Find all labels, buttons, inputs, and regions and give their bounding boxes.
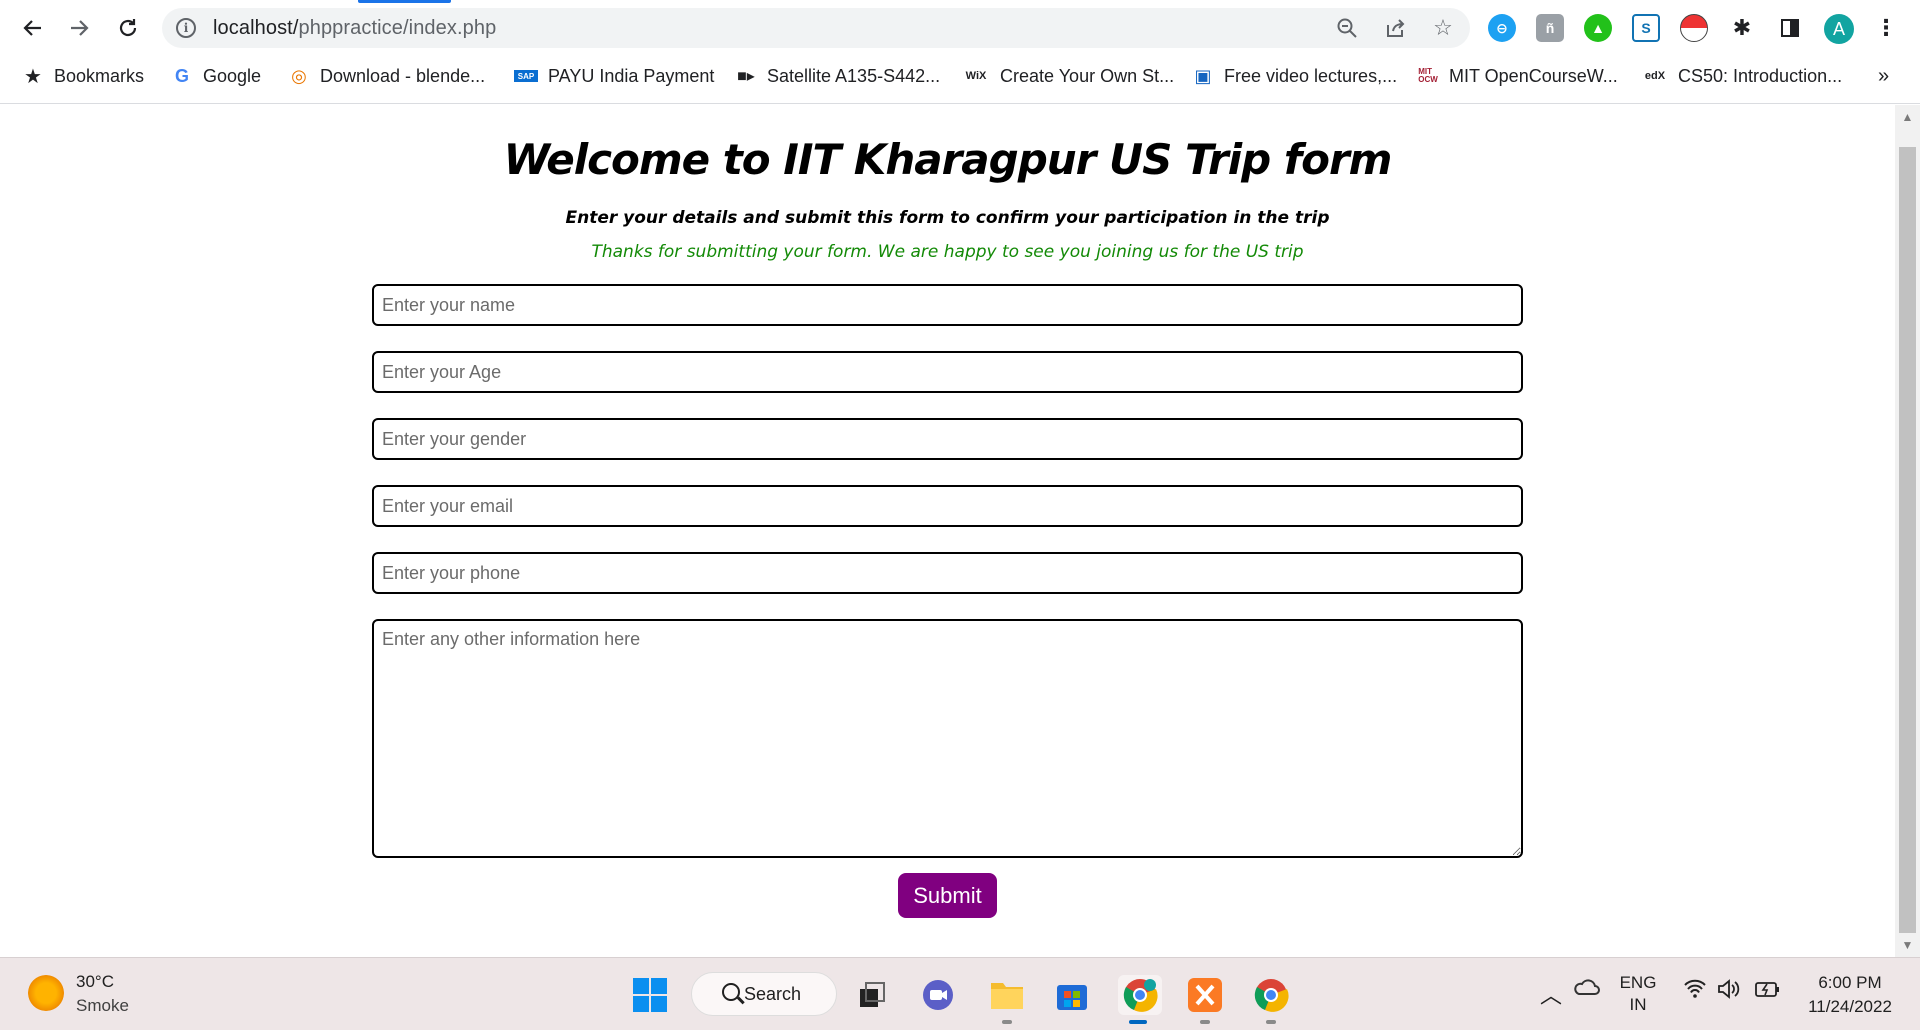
share-icon[interactable] xyxy=(1382,15,1408,41)
bookmark-free-video[interactable]: ▣ Free video lectures,... xyxy=(1192,64,1397,88)
side-panel-icon[interactable] xyxy=(1776,14,1804,42)
taskbar-search[interactable]: Search xyxy=(691,972,837,1016)
weather-sun-icon[interactable] xyxy=(28,975,64,1011)
task-view-icon[interactable] xyxy=(852,975,892,1015)
extension-s-icon[interactable]: S xyxy=(1632,14,1660,42)
extension-blue-icon[interactable]: ⊖ xyxy=(1488,14,1516,42)
blender-icon: ◎ xyxy=(291,65,307,86)
extension-green-icon[interactable]: ▲ xyxy=(1584,14,1612,42)
profile-avatar[interactable]: A xyxy=(1824,14,1854,44)
scrollbar-thumb[interactable] xyxy=(1899,147,1916,933)
browser-chrome: i localhost/phppractice/index.php ☆ ⊖ ñ … xyxy=(0,0,1920,104)
mit-ocw-icon: MIT OCW xyxy=(1418,67,1438,84)
phone-input[interactable] xyxy=(372,552,1523,594)
page-subtitle: Enter your details and submit this form … xyxy=(565,208,1330,228)
clock-date: 11/24/2022 xyxy=(1808,997,1892,1016)
weather-description[interactable]: Smoke xyxy=(76,996,129,1016)
weather-temperature[interactable]: 30°C xyxy=(76,972,114,992)
google-icon: G xyxy=(174,65,189,86)
submit-button[interactable]: Submit xyxy=(898,873,997,918)
page-title: Welcome to IIT Kharagpur US Trip form xyxy=(503,135,1393,184)
search-icon xyxy=(722,983,740,1001)
chevron-up-icon[interactable]: ︿ xyxy=(1540,978,1562,1010)
extension-gray-icon[interactable]: ñ xyxy=(1536,14,1564,42)
address-bar[interactable]: i localhost/phppractice/index.php ☆ xyxy=(162,8,1470,48)
bookmark-mit-ocw[interactable]: MIT OCW MIT OpenCourseW... xyxy=(1417,64,1618,88)
pokeball-extension-icon[interactable] xyxy=(1680,14,1708,42)
email-input[interactable] xyxy=(372,485,1523,527)
file-explorer-icon[interactable] xyxy=(987,975,1027,1024)
tab-loading-indicator xyxy=(358,0,451,3)
page-scrollbar[interactable]: ▲ ▼ xyxy=(1895,105,1920,957)
clock-time: 6:00 PM xyxy=(1818,973,1882,992)
bookmarks-bar: ★ Bookmarks G Google ◎ Download - blende...… xyxy=(0,56,1920,96)
gender-input[interactable] xyxy=(372,418,1523,460)
site-info-icon[interactable]: i xyxy=(176,18,196,38)
wifi-icon[interactable] xyxy=(1683,978,1707,1003)
back-button[interactable] xyxy=(14,10,50,46)
scroll-up-arrow-icon[interactable]: ▲ xyxy=(1895,107,1920,127)
camera-icon: ■▸ xyxy=(737,68,755,85)
wix-icon: WiX xyxy=(965,70,987,82)
browser-toolbar: i localhost/phppractice/index.php ☆ ⊖ ñ … xyxy=(0,4,1920,52)
name-input[interactable] xyxy=(372,284,1523,326)
sap-icon: SAP xyxy=(514,70,538,82)
monitor-icon: ▣ xyxy=(1194,65,1212,86)
windows-taskbar: 30°C Smoke Search ︿ ENG IN 6:00 PM 11/24… xyxy=(0,957,1920,1030)
microsoft-store-icon[interactable] xyxy=(1052,975,1092,1015)
edx-icon: edX xyxy=(1644,70,1666,82)
zoom-icon[interactable] xyxy=(1334,15,1360,41)
reload-button[interactable] xyxy=(110,10,146,46)
bookmark-google[interactable]: G Google xyxy=(171,64,261,88)
star-icon: ★ xyxy=(24,65,42,88)
bookmark-cs50[interactable]: edX CS50: Introduction... xyxy=(1642,64,1842,88)
battery-icon[interactable] xyxy=(1754,978,1782,1005)
language-indicator[interactable]: ENG IN xyxy=(1618,972,1658,1016)
arrow-right-icon xyxy=(71,20,89,36)
bookmark-satellite[interactable]: ■▸ Satellite A135-S442... xyxy=(735,64,940,88)
xampp-icon[interactable] xyxy=(1185,975,1225,1024)
scroll-down-arrow-icon[interactable]: ▼ xyxy=(1895,935,1920,955)
page-content: Welcome to IIT Kharagpur US Trip form En… xyxy=(0,105,1895,957)
chrome-icon[interactable] xyxy=(1251,975,1291,1024)
bookmark-payu[interactable]: SAP PAYU India Payment xyxy=(514,64,714,88)
bookmark-blender[interactable]: ◎ Download - blende... xyxy=(288,64,485,88)
chrome-profile-icon[interactable] xyxy=(1118,975,1162,1024)
onedrive-cloud-icon[interactable] xyxy=(1572,976,1600,1003)
age-input[interactable] xyxy=(372,351,1523,393)
windows-start-icon[interactable] xyxy=(630,975,670,1015)
other-info-textarea[interactable] xyxy=(372,619,1523,858)
volume-icon[interactable] xyxy=(1716,978,1742,1005)
more-bookmarks-button[interactable]: » xyxy=(1878,64,1889,88)
success-message: Thanks for submitting your form. We are … xyxy=(591,242,1304,262)
url-text: localhost/phppractice/index.php xyxy=(213,17,497,39)
puzzle-extensions-icon[interactable]: ✱ xyxy=(1728,14,1756,42)
menu-kebab-icon[interactable]: ⋮ xyxy=(1872,14,1900,42)
bookmark-wix[interactable]: WiX Create Your Own St... xyxy=(962,64,1174,88)
forward-button[interactable] xyxy=(62,10,98,46)
teams-chat-icon[interactable] xyxy=(918,975,958,1015)
arrow-left-icon xyxy=(23,20,41,36)
reload-icon xyxy=(119,19,137,37)
system-clock[interactable]: 6:00 PM 11/24/2022 xyxy=(1800,971,1900,1019)
bookmark-bookmarks[interactable]: ★ Bookmarks xyxy=(22,64,144,88)
star-bookmark-icon[interactable]: ☆ xyxy=(1430,15,1456,41)
